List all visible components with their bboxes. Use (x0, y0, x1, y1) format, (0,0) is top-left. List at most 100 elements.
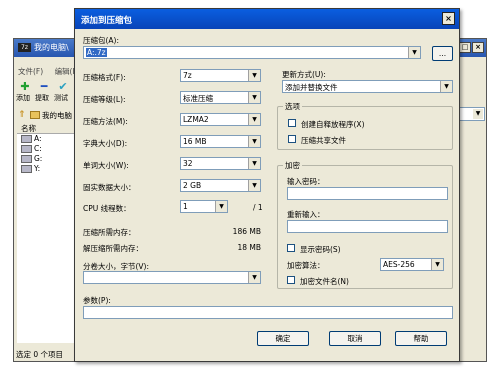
chevron-down-icon: ▼ (408, 47, 420, 58)
mem-decompress-label: 解压缩所需内存： (83, 244, 143, 253)
ok-button[interactable]: 确定 (257, 331, 309, 346)
menu-file[interactable]: 文件(F) (18, 67, 43, 76)
dict-label: 字典大小(D): (83, 139, 128, 148)
drive-icon (21, 165, 32, 173)
params-input[interactable] (83, 306, 453, 319)
cancel-button[interactable]: 取消 (329, 331, 381, 346)
update-label: 更新方式(U): (282, 70, 326, 79)
test-tool-button[interactable]: ✔ 测试 (54, 80, 72, 103)
sfx-label: 创建自释放程序(X) (301, 120, 365, 129)
chevron-down-icon: ▼ (248, 136, 260, 147)
file-list: 名称 A: C: G: Y: (17, 123, 77, 343)
format-value: 7z (183, 71, 192, 80)
list-item[interactable]: G: (17, 154, 77, 164)
threads-max: / 1 (253, 203, 263, 212)
chevron-down-icon: ▼ (440, 81, 452, 92)
dialog-titlebar: 添加到压缩包 × (75, 9, 459, 29)
maximize-button[interactable]: □ (459, 42, 471, 53)
add-icon: ✚ (20, 80, 30, 93)
list-item[interactable]: Y: (17, 164, 77, 174)
options-group-title: 选项 (283, 101, 302, 112)
extract-tool-label: 提取 (35, 94, 49, 102)
address-text[interactable]: 我的电脑 (42, 110, 72, 121)
chevron-down-icon: ▼ (248, 180, 260, 191)
chevron-down-icon: ▼ (248, 272, 260, 283)
update-select[interactable]: 添加并替换文件 ▼ (282, 80, 453, 93)
format-select[interactable]: 7z ▼ (180, 69, 261, 82)
drive-icon (21, 155, 32, 163)
drive-label: C: (34, 144, 42, 153)
shared-checkbox[interactable] (288, 135, 296, 143)
folder-icon (30, 111, 40, 119)
drive-icon (21, 135, 32, 143)
address-dropdown[interactable]: ▼ (457, 107, 485, 121)
dict-select[interactable]: 16 MB ▼ (180, 135, 261, 148)
chevron-down-icon: ▼ (248, 158, 260, 169)
encryption-method-value: AES-256 (383, 260, 415, 269)
drive-icon (21, 145, 32, 153)
show-password-checkbox[interactable] (287, 244, 295, 252)
show-password-label: 显示密码(S) (300, 245, 341, 254)
word-select[interactable]: 32 ▼ (180, 157, 261, 170)
encrypt-names-checkbox[interactable] (287, 276, 295, 284)
level-select[interactable]: 标准压缩 ▼ (180, 91, 261, 104)
up-folder-icon[interactable]: ⇑ (18, 109, 26, 121)
password-input[interactable] (287, 187, 448, 200)
sfx-checkbox[interactable] (288, 119, 296, 127)
name-column-header[interactable]: 名称 (17, 123, 77, 134)
list-item[interactable]: C: (17, 144, 77, 154)
method-select[interactable]: LZMA2 ▼ (180, 113, 261, 126)
format-label: 压缩格式(F): (83, 73, 126, 82)
solid-select[interactable]: 2 GB ▼ (180, 179, 261, 192)
archive-label: 压缩包(A): (83, 36, 120, 45)
encryption-method-label: 加密算法： (287, 261, 325, 270)
drive-label: A: (34, 134, 42, 143)
archive-path-combo[interactable]: A:.7z ▼ (83, 46, 421, 59)
chevron-down-icon: ▼ (431, 259, 443, 270)
reenter-password-input[interactable] (287, 220, 448, 233)
encryption-group: 加密 输入密码： 重新输入： 显示密码(S) 加密算法： AES-256 ▼ 加… (277, 160, 453, 289)
dialog-close-button[interactable]: × (442, 12, 455, 25)
word-value: 32 (183, 159, 193, 168)
test-icon: ✔ (58, 80, 68, 93)
chevron-down-icon: ▼ (248, 92, 260, 103)
encryption-method-select[interactable]: AES-256 ▼ (380, 258, 444, 271)
mem-decompress-value: 18 MB (237, 243, 261, 252)
update-value: 添加并替换文件 (285, 83, 338, 92)
chevron-down-icon: ▼ (215, 201, 227, 212)
add-tool-button[interactable]: ✚ 添加 (16, 80, 34, 103)
chevron-down-icon: ▼ (248, 70, 260, 81)
method-label: 压缩方法(M): (83, 117, 128, 126)
params-label: 参数(P): (83, 296, 111, 305)
add-to-archive-dialog: 添加到压缩包 × 压缩包(A): A:.7z ▼ ... 压缩格式(F): 7z… (74, 8, 460, 362)
extract-icon: ━ (40, 80, 48, 93)
threads-value: 1 (183, 202, 188, 211)
test-tool-label: 测试 (54, 94, 68, 102)
split-combo[interactable]: ▼ (83, 271, 261, 284)
method-value: LZMA2 (183, 115, 209, 124)
options-group: 选项 创建自释放程序(X) 压缩共享文件 (277, 101, 453, 150)
word-label: 单词大小(W): (83, 161, 129, 170)
level-label: 压缩等级(L): (83, 95, 126, 104)
extract-tool-button[interactable]: ━ 提取 (35, 80, 53, 103)
solid-value: 2 GB (183, 181, 202, 190)
browse-button[interactable]: ... (432, 46, 453, 61)
status-bar: 选定 0 个项目 (16, 350, 64, 359)
archive-path-value: A:.7z (86, 48, 107, 57)
7zip-app-icon: 7z (18, 43, 31, 52)
threads-label: CPU 线程数： (83, 204, 131, 213)
solid-label: 固实数据大小： (83, 183, 136, 192)
file-manager-title: 我的电脑\ (34, 43, 69, 52)
reenter-label: 重新输入： (287, 210, 325, 219)
threads-select[interactable]: 1 ▼ (180, 200, 228, 213)
dict-value: 16 MB (183, 137, 207, 146)
chevron-down-icon: ▼ (473, 109, 483, 119)
help-button[interactable]: 帮助 (395, 331, 447, 346)
list-item[interactable]: A: (17, 134, 77, 144)
add-tool-label: 添加 (16, 94, 30, 102)
close-button[interactable]: × (472, 42, 484, 53)
mem-compress-value: 186 MB (232, 227, 261, 236)
address-bar: ⇑ 我的电脑 (18, 109, 72, 121)
shared-label: 压缩共享文件 (301, 136, 346, 145)
encrypt-names-label: 加密文件名(N) (300, 277, 349, 286)
